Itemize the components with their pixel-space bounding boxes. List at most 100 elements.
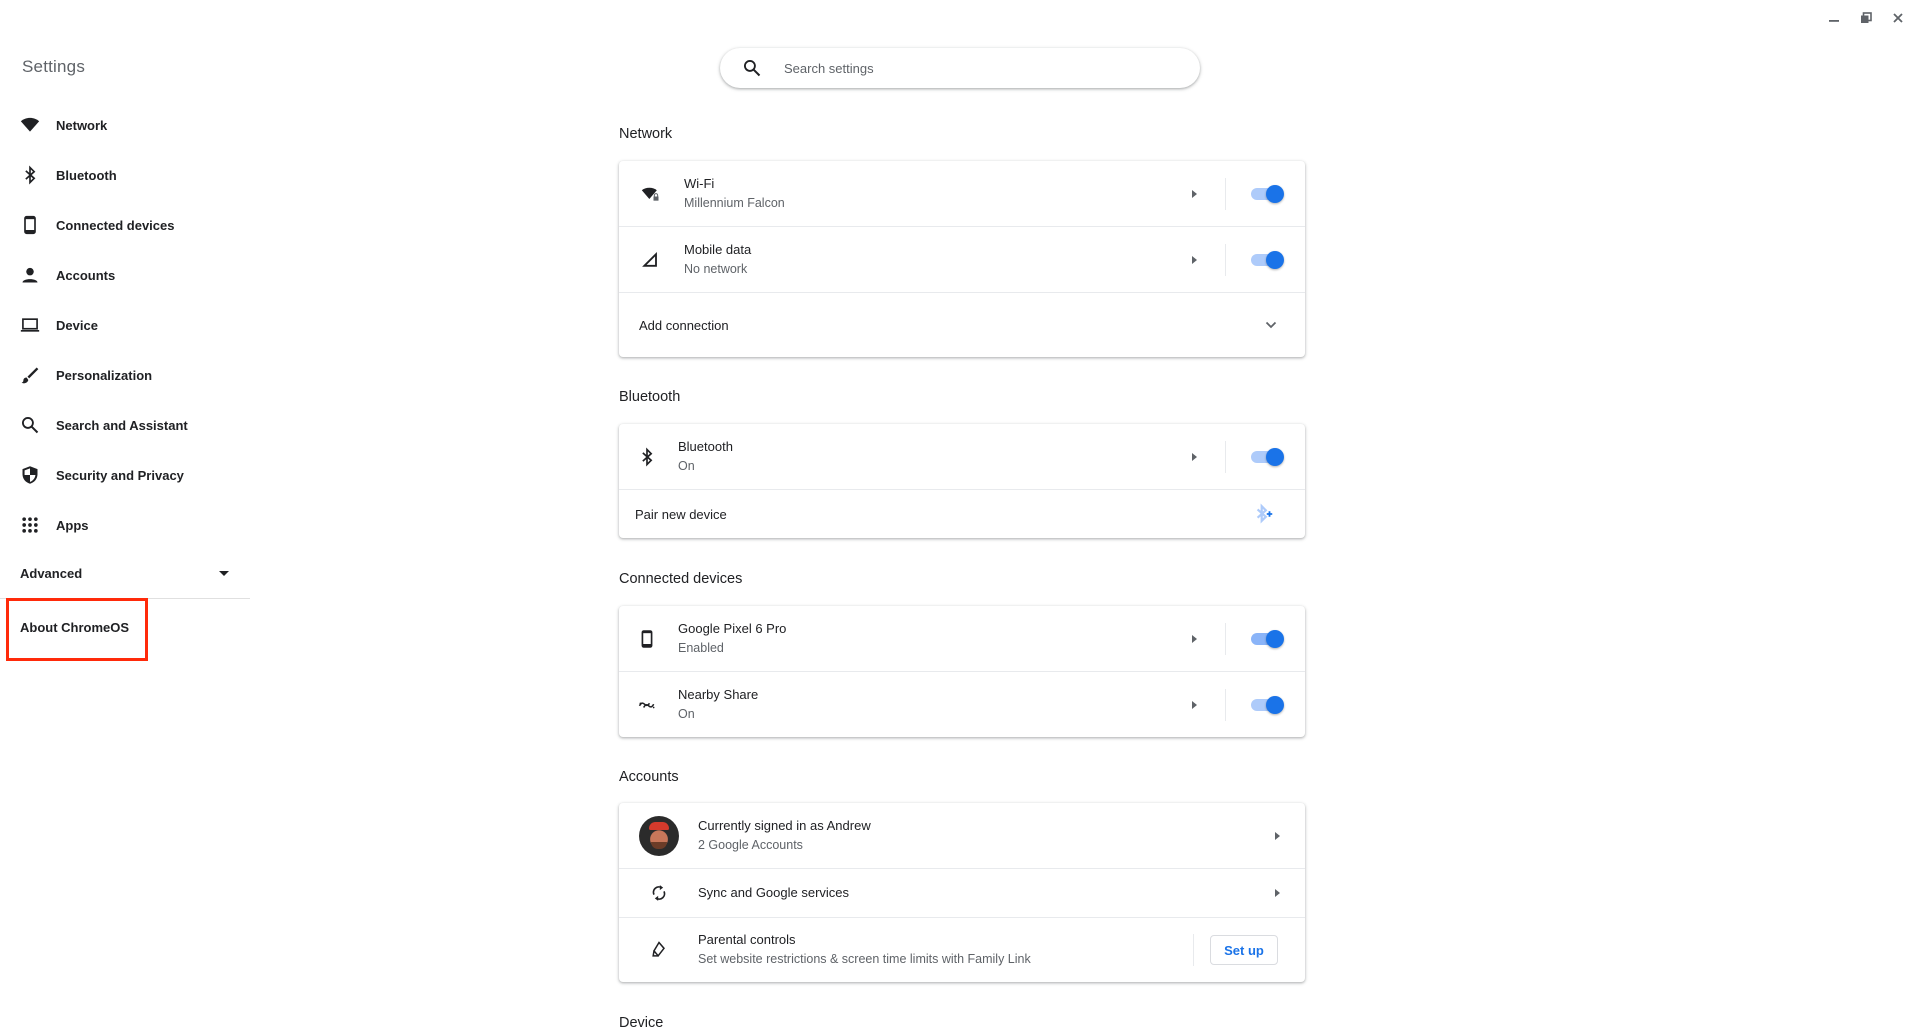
advanced-label: Advanced (20, 565, 83, 581)
phone-arrow-icon[interactable] (1192, 634, 1197, 643)
bluetooth-icon (20, 165, 40, 185)
row-divider (1225, 440, 1226, 473)
sync-text: Sync and Google services (698, 884, 849, 902)
parental-controls-text: Parental controls Set website restrictio… (698, 931, 1031, 969)
add-connection-label: Add connection (639, 317, 729, 333)
bluetooth-icon (635, 445, 659, 469)
nearby-share-status: On (678, 706, 695, 721)
restore-button[interactable] (1850, 6, 1882, 30)
sidebar-item-apps[interactable]: Apps (0, 500, 252, 550)
wifi-row[interactable]: Wi-Fi Millennium Falcon (619, 161, 1305, 226)
mobile-data-arrow-icon[interactable] (1192, 255, 1197, 264)
sidebar-item-connected-devices[interactable]: Connected devices (0, 200, 252, 250)
sidebar-item-network[interactable]: Network (0, 100, 252, 150)
sync-arrow-icon[interactable] (1275, 889, 1280, 897)
section-title-connected-devices: Connected devices (619, 571, 743, 587)
nearby-share-row[interactable]: Nearby Share On (619, 671, 1305, 737)
phone-name: Google Pixel 6 Pro (678, 620, 787, 636)
sidebar-nav: Network Bluetooth Connected devices Acco… (0, 100, 252, 550)
chevron-down-icon[interactable] (1264, 318, 1278, 332)
phone-status: Enabled (678, 640, 724, 655)
sidebar-item-label: Connected devices (56, 217, 175, 233)
toggle-knob (1266, 184, 1284, 203)
toggle-knob (1266, 695, 1284, 714)
nearby-share-toggle[interactable] (1251, 695, 1284, 714)
bluetooth-toggle[interactable] (1251, 447, 1284, 466)
wifi-text: Wi-Fi Millennium Falcon (684, 175, 785, 213)
accounts-arrow-icon[interactable] (1275, 831, 1280, 840)
row-divider (1225, 243, 1226, 276)
section-title-network: Network (619, 126, 673, 142)
parental-controls-title: Parental controls (698, 932, 796, 947)
parental-controls-icon (647, 938, 671, 962)
search-box[interactable] (720, 48, 1200, 88)
sidebar-item-about-chromeos[interactable]: About ChromeOS (20, 620, 129, 635)
apps-grid-icon (20, 515, 40, 535)
close-button[interactable] (1882, 6, 1914, 30)
sidebar: Settings Network Bluetooth Connected dev… (0, 0, 252, 1032)
bluetooth-text: Bluetooth On (678, 438, 733, 476)
person-icon (20, 265, 40, 285)
search-icon (744, 60, 761, 77)
mobile-data-toggle[interactable] (1251, 250, 1284, 269)
bluetooth-card: Bluetooth On Pair new device (619, 424, 1305, 538)
mobile-data-title: Mobile data (684, 241, 752, 257)
app-title: Settings (22, 57, 86, 76)
signed-in-text: Currently signed in as Andrew 2 Google A… (698, 817, 871, 855)
avatar-beard (651, 841, 667, 849)
wifi-arrow-icon[interactable] (1192, 189, 1197, 198)
restore-icon (1861, 12, 1872, 23)
sidebar-item-security-and-privacy[interactable]: Security and Privacy (0, 450, 252, 500)
advanced-toggle[interactable]: Advanced (0, 556, 250, 590)
wifi-icon (20, 115, 40, 135)
search-input[interactable] (782, 59, 1200, 77)
bluetooth-row[interactable]: Bluetooth On (619, 424, 1305, 489)
pair-new-device-row[interactable]: Pair new device (619, 489, 1305, 538)
mobile-data-row[interactable]: Mobile data No network (619, 226, 1305, 292)
phone-hub-row[interactable]: Google Pixel 6 Pro Enabled (619, 606, 1305, 671)
section-title-accounts: Accounts (619, 769, 679, 785)
search-icon (20, 415, 40, 435)
close-icon (1893, 13, 1903, 23)
sidebar-item-bluetooth[interactable]: Bluetooth (0, 150, 252, 200)
phone-icon (20, 215, 40, 235)
sidebar-item-label: Personalization (56, 367, 153, 383)
sync-title: Sync and Google services (698, 885, 850, 900)
section-title-device: Device (619, 1015, 664, 1031)
bluetooth-arrow-icon[interactable] (1192, 452, 1197, 461)
add-connection-row[interactable]: Add connection (619, 292, 1305, 357)
wifi-title: Wi-Fi (684, 175, 715, 191)
minimize-button[interactable] (1818, 6, 1850, 30)
accounts-count: 2 Google Accounts (698, 837, 803, 852)
row-divider (1225, 688, 1226, 721)
bluetooth-status: On (678, 458, 695, 473)
toggle-knob (1266, 447, 1284, 466)
signed-in-row[interactable]: Currently signed in as Andrew 2 Google A… (619, 803, 1305, 868)
wifi-locked-icon (639, 182, 663, 206)
accounts-card: Currently signed in as Andrew 2 Google A… (619, 803, 1305, 982)
sidebar-item-accounts[interactable]: Accounts (0, 250, 252, 300)
cellular-icon (639, 248, 663, 272)
sidebar-item-personalization[interactable]: Personalization (0, 350, 252, 400)
nearby-share-arrow-icon[interactable] (1192, 700, 1197, 709)
sidebar-item-device[interactable]: Device (0, 300, 252, 350)
sidebar-item-search-and-assistant[interactable]: Search and Assistant (0, 400, 252, 450)
avatar (639, 815, 679, 856)
row-divider (1225, 622, 1226, 655)
parental-controls-setup-button[interactable]: Set up (1210, 935, 1278, 965)
sync-row[interactable]: Sync and Google services (619, 868, 1305, 917)
bluetooth-add-icon[interactable] (1253, 503, 1275, 525)
minimize-icon (1829, 20, 1839, 22)
sidebar-item-label: Network (56, 117, 108, 133)
nearby-share-title: Nearby Share (678, 686, 759, 702)
pair-new-device-label: Pair new device (635, 506, 727, 522)
network-card: Wi-Fi Millennium Falcon Mobile data No n… (619, 161, 1305, 357)
connected-devices-card: Google Pixel 6 Pro Enabled Nearby Share … (619, 606, 1305, 737)
wifi-toggle[interactable] (1251, 184, 1284, 203)
sidebar-item-label: Device (56, 317, 98, 333)
section-title-bluetooth: Bluetooth (619, 389, 681, 405)
phone-toggle[interactable] (1251, 629, 1284, 648)
laptop-icon (20, 315, 40, 335)
sidebar-item-label: Search and Assistant (56, 417, 188, 433)
row-divider (1225, 177, 1226, 210)
